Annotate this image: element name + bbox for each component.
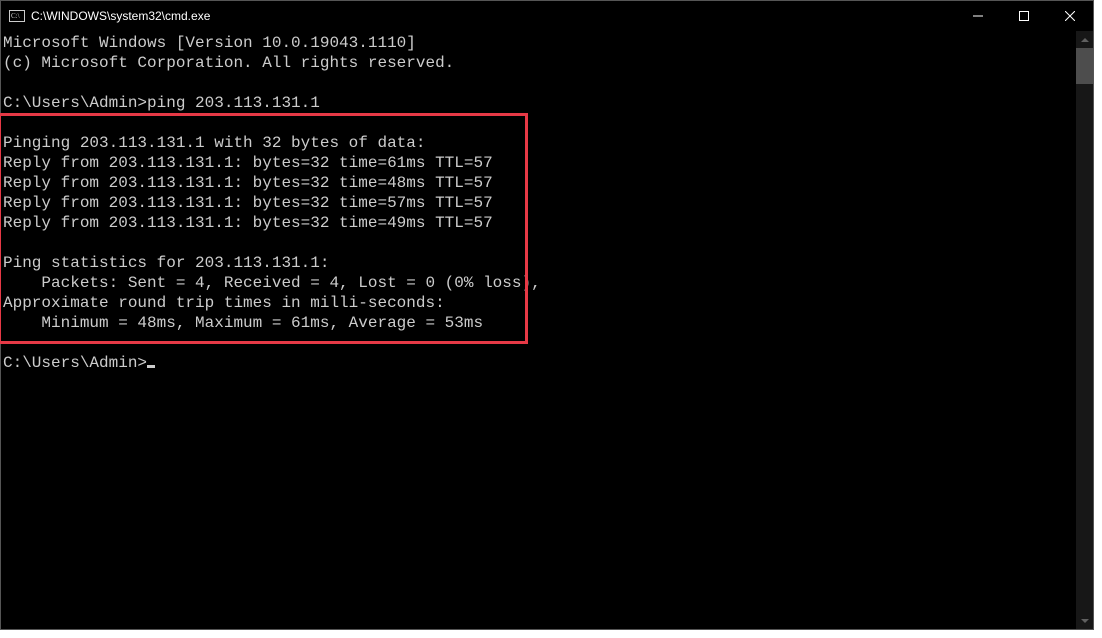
version-line: Microsoft Windows [Version 10.0.19043.11… [3, 33, 1076, 53]
scroll-thumb[interactable] [1076, 48, 1093, 84]
reply-line: Reply from 203.113.131.1: bytes=32 time=… [3, 153, 1076, 173]
scroll-up-button[interactable] [1076, 31, 1093, 48]
copyright-line: (c) Microsoft Corporation. All rights re… [3, 53, 1076, 73]
cursor [147, 365, 155, 368]
reply-line: Reply from 203.113.131.1: bytes=32 time=… [3, 213, 1076, 233]
blank-line [3, 233, 1076, 253]
cmd-icon: C:\ [9, 8, 25, 24]
maximize-button[interactable] [1001, 1, 1047, 31]
svg-text:C:\: C:\ [11, 12, 20, 20]
terminal-area: Microsoft Windows [Version 10.0.19043.11… [1, 31, 1093, 629]
minimize-button[interactable] [955, 1, 1001, 31]
prompt-line-2: C:\Users\Admin> [3, 353, 1076, 373]
reply-line: Reply from 203.113.131.1: bytes=32 time=… [3, 173, 1076, 193]
titlebar[interactable]: C:\ C:\WINDOWS\system32\cmd.exe [1, 1, 1093, 31]
command-text: ping 203.113.131.1 [147, 94, 320, 112]
approx-line: Approximate round trip times in milli-se… [3, 293, 1076, 313]
ping-header: Pinging 203.113.131.1 with 32 bytes of d… [3, 133, 1076, 153]
cmd-window: C:\ C:\WINDOWS\system32\cmd.exe Microsof… [0, 0, 1094, 630]
blank-line [3, 73, 1076, 93]
window-controls [955, 1, 1093, 31]
reply-line: Reply from 203.113.131.1: bytes=32 time=… [3, 193, 1076, 213]
window-title: C:\WINDOWS\system32\cmd.exe [31, 9, 955, 23]
close-button[interactable] [1047, 1, 1093, 31]
scroll-down-button[interactable] [1076, 612, 1093, 629]
packets-line: Packets: Sent = 4, Received = 4, Lost = … [3, 273, 1076, 293]
blank-line [3, 333, 1076, 353]
terminal-output[interactable]: Microsoft Windows [Version 10.0.19043.11… [1, 31, 1076, 629]
blank-line [3, 113, 1076, 133]
prompt-path: C:\Users\Admin> [3, 354, 147, 372]
stats-header: Ping statistics for 203.113.131.1: [3, 253, 1076, 273]
vertical-scrollbar[interactable] [1076, 31, 1093, 629]
prompt-line-1: C:\Users\Admin>ping 203.113.131.1 [3, 93, 1076, 113]
prompt-path: C:\Users\Admin> [3, 94, 147, 112]
rtt-line: Minimum = 48ms, Maximum = 61ms, Average … [3, 313, 1076, 333]
